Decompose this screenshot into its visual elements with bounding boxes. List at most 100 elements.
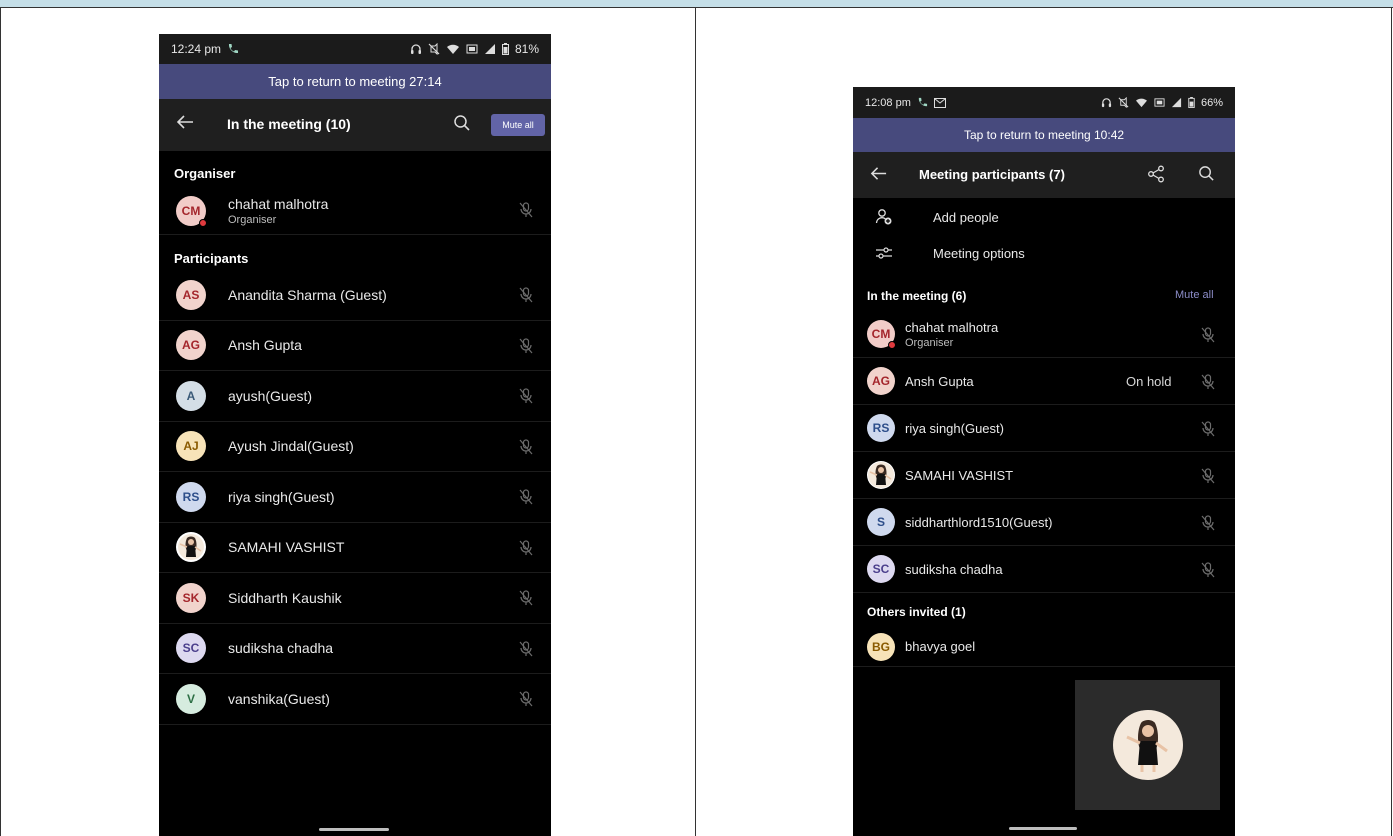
participant-row[interactable]: RS riya singh(Guest) — [159, 472, 551, 523]
participant-text: sudiksha chadha — [905, 562, 1003, 577]
battery-icon — [1188, 97, 1195, 108]
avatar-initials: BG — [872, 639, 890, 654]
battery-percent: 81% — [514, 42, 539, 56]
participant-text: Anandita Sharma (Guest) — [228, 287, 387, 303]
participant-row[interactable]: AJ Ayush Jindal(Guest) — [159, 422, 551, 472]
share-icon[interactable] — [1147, 165, 1165, 183]
mic-off-icon — [1201, 468, 1215, 484]
return-to-meeting-banner[interactable]: Tap to return to meeting 27:14 — [159, 64, 551, 99]
participant-name: vanshika(Guest) — [228, 690, 330, 707]
avatar-initials: AG — [182, 338, 200, 353]
participant-row[interactable]: SAMAHI VASHIST — [853, 452, 1235, 499]
avatar: A — [176, 380, 206, 411]
participant-row[interactable]: CM chahat malhotra Organiser — [853, 311, 1235, 358]
profile-photo — [868, 462, 894, 488]
participant-row[interactable]: SC sudiksha chadha — [853, 546, 1235, 593]
avatar-photo — [867, 461, 895, 489]
search-icon[interactable] — [1198, 165, 1215, 182]
table-border-left — [0, 8, 1, 836]
participant-text: Ayush Jindal(Guest) — [228, 438, 354, 454]
participant-row[interactable]: Aayush(Guest) — [159, 371, 551, 422]
app-header: In the meeting (10) Mute all — [159, 99, 551, 151]
participant-text: Ansh Gupta — [905, 374, 974, 389]
search-icon[interactable] — [453, 114, 471, 132]
avatar: V — [176, 683, 206, 714]
avatar: AS — [176, 279, 206, 310]
avatar-photo — [176, 532, 206, 563]
participant-name: Anandita Sharma (Guest) — [228, 286, 387, 303]
mute-all-button[interactable]: Mute all — [491, 114, 545, 136]
avatar: S — [867, 508, 895, 536]
mic-off-icon — [519, 337, 533, 354]
participant-name: sudiksha chadha — [905, 561, 1003, 577]
avatar: BG — [867, 632, 895, 661]
phone-call-icon — [227, 43, 239, 55]
left-phone-screen: 12:24 pm 81% Tap to return to meeting 27… — [159, 34, 551, 836]
avatar: SC — [176, 633, 206, 664]
participant-row[interactable]: AS Anandita Sharma (Guest) — [159, 270, 551, 321]
participants-section-label: Participants — [174, 251, 249, 266]
meeting-options-action[interactable]: Meeting options — [853, 235, 1235, 271]
wifi-icon — [1135, 97, 1148, 108]
mic-off-icon — [1201, 327, 1215, 343]
participant-row[interactable]: SAMAHI VASHIST — [159, 523, 551, 573]
mic-off-icon — [1201, 562, 1215, 578]
return-to-meeting-banner[interactable]: Tap to return to meeting 10:42 — [853, 118, 1235, 152]
add-people-action[interactable]: Add people — [853, 199, 1235, 235]
avatar: AG — [867, 367, 895, 395]
in-meeting-section-label: In the meeting (6) — [867, 289, 967, 303]
home-indicator — [1009, 827, 1077, 830]
participant-name: chahat malhotra — [228, 195, 329, 212]
mic-off-icon — [1201, 374, 1215, 390]
mic-off-icon — [519, 438, 533, 455]
avatar-initials: V — [186, 691, 195, 706]
status-time: 12:08 pm — [865, 96, 911, 109]
participant-row[interactable]: AG Ansh Gupta On hold — [853, 358, 1235, 405]
self-video-preview[interactable] — [1075, 680, 1220, 810]
page-title: Meeting participants (7) — [919, 167, 1065, 182]
participant-name: SAMAHI VASHIST — [905, 467, 1014, 483]
data-icon — [1154, 97, 1165, 108]
status-bar: 12:08 pm 66% — [853, 87, 1235, 118]
organiser-text: chahat malhotra Organiser — [228, 196, 328, 226]
silent-icon — [428, 43, 440, 55]
participant-text: Siddharth Kaushik — [228, 590, 342, 606]
organiser-section-label: Organiser — [174, 166, 236, 181]
mute-all-link[interactable]: Mute all — [1175, 289, 1214, 301]
participant-name: riya singh(Guest) — [228, 488, 335, 505]
avatar: RS — [176, 481, 206, 512]
home-indicator — [319, 828, 389, 831]
back-arrow-icon[interactable] — [175, 112, 195, 132]
back-arrow-icon[interactable] — [869, 164, 888, 183]
signal-icon — [1171, 97, 1182, 108]
participant-row[interactable]: Vvanshika(Guest) — [159, 674, 551, 725]
participant-name: Ayush Jindal(Guest) — [228, 438, 354, 455]
participant-name: sudiksha chadha — [228, 640, 334, 657]
participant-text: riya singh(Guest) — [228, 489, 335, 505]
avatar-initials: SC — [182, 641, 200, 656]
presence-busy-dot — [199, 218, 207, 227]
settings-sliders-icon — [875, 244, 893, 262]
mic-off-icon — [519, 590, 533, 606]
avatar-initials: AS — [182, 287, 200, 302]
participant-row[interactable]: AG Ansh Gupta — [159, 321, 551, 371]
participant-text: Ansh Gupta — [228, 337, 302, 353]
participant-text: ayush(Guest) — [228, 388, 312, 404]
headphones-icon — [410, 43, 422, 55]
mail-icon — [933, 97, 946, 108]
participant-text: SAMAHI VASHIST — [228, 539, 344, 555]
participant-name: Ansh Gupta — [905, 373, 974, 389]
participant-name: chahat malhotra — [905, 319, 999, 335]
invited-row[interactable]: BG bhavya goel — [853, 627, 1235, 667]
others-invited-section-label: Others invited (1) — [867, 605, 966, 619]
organiser-row[interactable]: CM chahat malhotra Organiser — [159, 187, 551, 235]
participant-text: siddharthlord1510(Guest) — [905, 515, 1052, 530]
participant-row[interactable]: RS riya singh(Guest) — [853, 405, 1235, 452]
avatar-initials: RS — [872, 421, 890, 435]
presence-busy-dot — [888, 341, 896, 349]
participant-text: vanshika(Guest) — [228, 691, 330, 707]
avatar-initials: SC — [872, 562, 890, 576]
participant-row[interactable]: SK Siddharth Kaushik — [159, 573, 551, 624]
participant-row[interactable]: Ssiddharthlord1510(Guest) — [853, 499, 1235, 546]
participant-row[interactable]: SC sudiksha chadha — [159, 624, 551, 674]
